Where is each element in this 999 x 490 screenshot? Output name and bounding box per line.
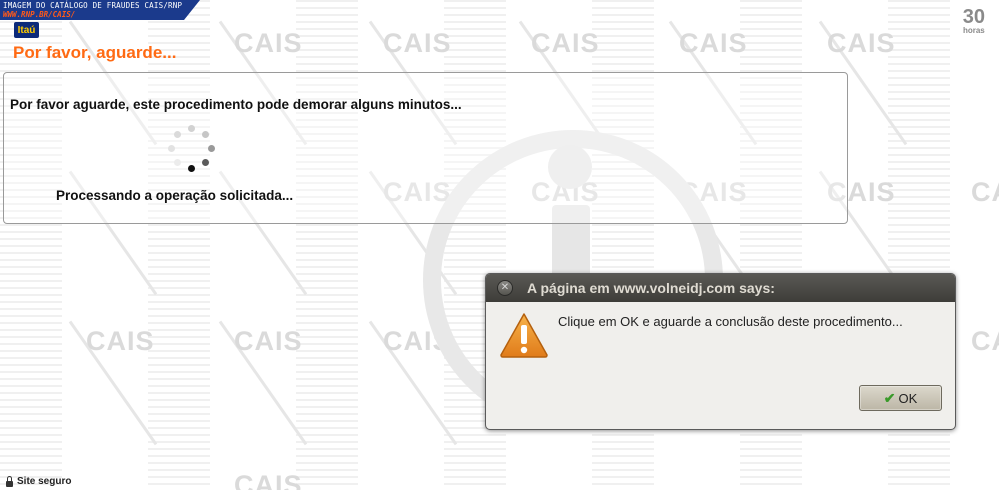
watermark-text: CAIS [531, 28, 600, 58]
wait-message: Por favor aguarde, este procedimento pod… [10, 97, 462, 112]
dialog-titlebar: ✕ A página em www.volneidj.com says: [486, 274, 955, 302]
dialog-title: A página em www.volneidj.com says: [527, 280, 775, 296]
watermark-text: CAIS [86, 326, 155, 356]
banner-url: WWW.RNP.BR/CAIS/ [3, 10, 76, 19]
watermark-text: CAIS [971, 177, 999, 207]
dialog-message: Clique em OK e aguarde a conclusão deste… [558, 314, 903, 329]
watermark-text: CAIS [234, 470, 303, 490]
watermark-text: CAIS [971, 326, 999, 356]
warning-icon [500, 313, 548, 358]
alert-dialog: ✕ A página em www.volneidj.com says: Cli… [485, 273, 956, 430]
lock-icon [6, 475, 13, 487]
page-title: Por favor, aguarde... [13, 43, 177, 62]
watermark-text: CAIS [234, 28, 303, 58]
checkmark-icon: ✔ [883, 389, 896, 406]
ok-button-label: OK [898, 390, 918, 406]
itau-logo: Itaú [14, 22, 39, 38]
secure-site-label: Site seguro [17, 476, 72, 487]
close-icon[interactable]: ✕ [497, 280, 513, 296]
secure-site-footer: Site seguro [6, 475, 72, 487]
watermark-text: CAIS [827, 28, 896, 58]
processing-panel: Por favor aguarde, este procedimento pod… [3, 72, 848, 224]
banner-title: IMAGEM DO CATÁLOGO DE FRAUDES CAIS/RNP [3, 1, 183, 10]
fraud-catalog-banner: IMAGEM DO CATÁLOGO DE FRAUDES CAIS/RNP W… [0, 0, 200, 20]
watermark-text: CAIS [383, 28, 452, 58]
30-horas-badge: 30 horas [962, 6, 985, 35]
processing-message: Processando a operação solicitada... [56, 188, 294, 203]
badge-number: 30 [962, 6, 985, 28]
loading-spinner-icon [167, 125, 217, 175]
watermark-text: CAIS [679, 28, 748, 58]
badge-label: horas [962, 26, 985, 35]
watermark-text: CAIS [234, 326, 303, 356]
ok-button[interactable]: ✔ OK [859, 385, 942, 411]
